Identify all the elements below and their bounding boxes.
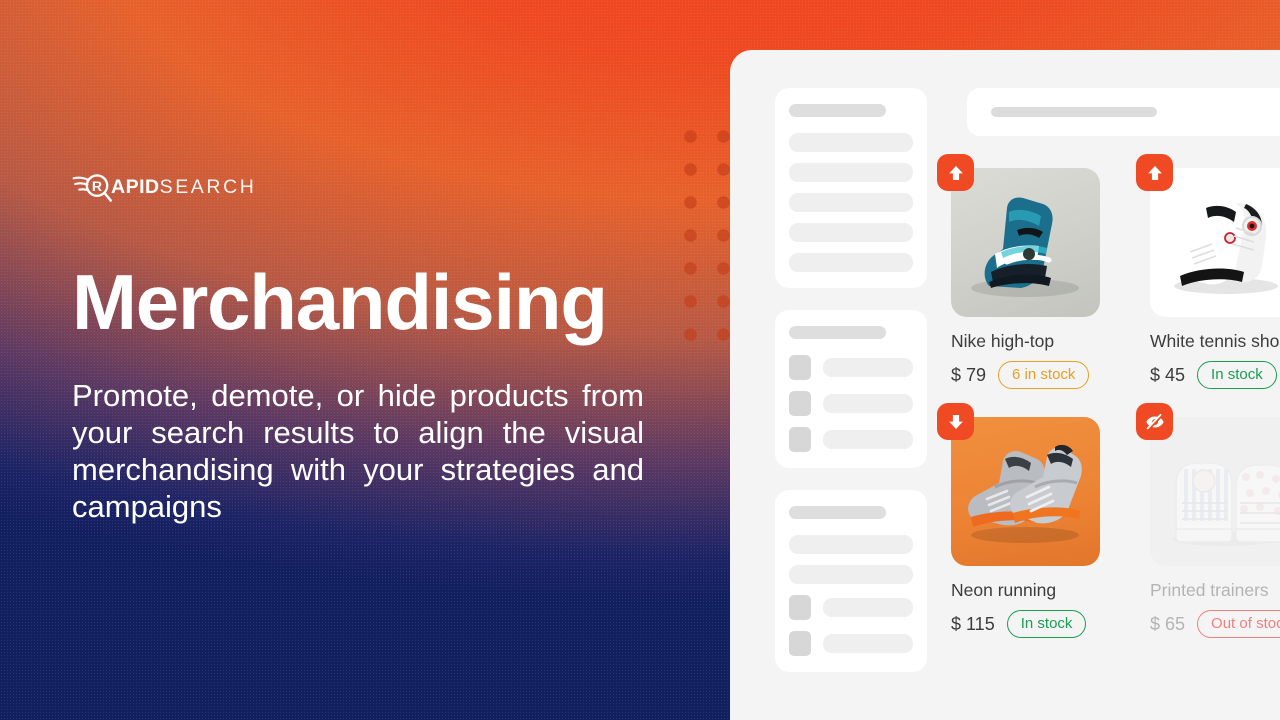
hide-eye-slash-icon[interactable]	[1136, 403, 1173, 440]
product-price: $ 65	[1150, 613, 1186, 634]
product-name: Nike high-top	[951, 331, 1055, 351]
skeleton-line	[823, 634, 913, 653]
filter-checkbox-row[interactable]	[789, 391, 913, 416]
checkbox-icon[interactable]	[789, 391, 811, 416]
product-thumbnail	[1150, 417, 1280, 566]
brand-name-search: SEARCH	[159, 176, 257, 199]
hero-content: R APIDSEARCH Merchandising Promote, demo…	[72, 0, 672, 720]
skeleton-line	[789, 133, 913, 152]
brand-name-rapid: APID	[111, 176, 160, 199]
skeleton-line	[823, 598, 913, 617]
rapid-search-logo-icon: R	[72, 174, 113, 202]
dot-grid-decoration	[672, 118, 734, 358]
svg-text:R: R	[92, 178, 102, 194]
product-grid: Nike high-top $ 79 6 in stock White tenn…	[937, 154, 1280, 638]
skeleton-title	[789, 104, 886, 117]
skeleton-line	[823, 358, 913, 377]
search-placeholder-bar	[991, 107, 1157, 117]
checkbox-icon[interactable]	[789, 427, 811, 452]
filter-checkbox-row[interactable]	[789, 355, 913, 380]
search-input[interactable]	[967, 88, 1280, 136]
skeleton-line	[789, 535, 913, 554]
filter-checkbox-row[interactable]	[789, 595, 913, 620]
filters-sidebar	[775, 88, 927, 694]
stock-badge: In stock	[1197, 361, 1277, 389]
promote-up-arrow-icon[interactable]	[937, 154, 974, 191]
product-price: $ 79	[951, 364, 987, 385]
stock-badge: In stock	[1006, 610, 1087, 638]
hero-subtitle: Promote, demote, or hide products from y…	[72, 378, 644, 524]
skeleton-title	[789, 326, 886, 339]
product-name: Printed trainers	[1150, 580, 1269, 600]
skeleton-line	[789, 253, 913, 272]
product-meta: $ 65 Out of stock	[1150, 610, 1280, 638]
product-thumbnail	[951, 168, 1100, 317]
product-meta: $ 115 In stock	[951, 610, 1126, 638]
checkbox-icon[interactable]	[789, 355, 811, 380]
app-mock-panel: Nike high-top $ 79 6 in stock White tenn…	[730, 50, 1280, 720]
skeleton-line	[789, 163, 913, 182]
filter-checkbox-row[interactable]	[789, 427, 913, 452]
brand-logo: R APIDSEARCH	[72, 168, 266, 208]
demote-down-arrow-icon[interactable]	[937, 403, 974, 440]
skeleton-line	[789, 565, 913, 584]
brand-wordmark: APIDSEARCH	[111, 178, 256, 198]
product-thumbnail	[951, 417, 1100, 566]
product-card[interactable]: Neon running $ 115 In stock	[937, 403, 1126, 638]
skeleton-line	[789, 223, 913, 242]
product-card[interactable]: White tennis shoes $ 45 In stock	[1136, 154, 1280, 389]
stock-badge: 6 in stock	[998, 361, 1090, 389]
product-meta: $ 45 In stock	[1150, 361, 1280, 389]
promote-up-arrow-icon[interactable]	[1136, 154, 1173, 191]
skeleton-line	[823, 430, 913, 449]
product-price: $ 45	[1150, 364, 1186, 385]
filter-card-2[interactable]	[775, 310, 927, 468]
slide-canvas: R APIDSEARCH Merchandising Promote, demo…	[0, 0, 1280, 720]
stock-badge: Out of stock	[1197, 610, 1280, 638]
filter-card-3[interactable]	[775, 490, 927, 672]
checkbox-icon[interactable]	[789, 595, 811, 620]
skeleton-title	[789, 506, 886, 519]
product-price: $ 115	[951, 613, 995, 634]
page-title: Merchandising	[72, 258, 608, 346]
skeleton-line	[823, 394, 913, 413]
product-name: White tennis shoes	[1150, 331, 1280, 351]
product-card[interactable]: Nike high-top $ 79 6 in stock	[937, 154, 1126, 389]
filter-card-1[interactable]	[775, 88, 927, 288]
product-thumbnail	[1150, 168, 1280, 317]
product-name: Neon running	[951, 580, 1057, 600]
skeleton-line	[789, 193, 913, 212]
product-meta: $ 79 6 in stock	[951, 361, 1126, 389]
filter-checkbox-row[interactable]	[789, 631, 913, 656]
product-card[interactable]: Printed trainers $ 65 Out of stock	[1136, 403, 1280, 638]
checkbox-icon[interactable]	[789, 631, 811, 656]
